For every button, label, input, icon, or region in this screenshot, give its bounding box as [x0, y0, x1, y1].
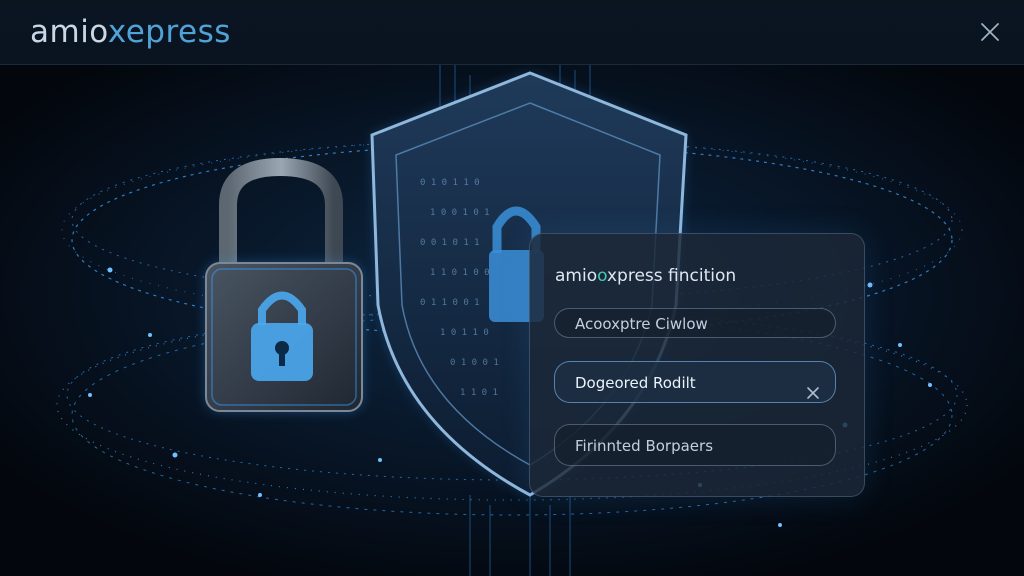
panel-title-part1: amio	[555, 266, 598, 286]
x-icon[interactable]	[805, 375, 821, 399]
close-icon[interactable]	[978, 20, 1002, 44]
svg-text:0 0 1 0 1 1: 0 0 1 0 1 1	[420, 238, 480, 248]
logo-text-primary: amio	[30, 14, 108, 50]
panel-title: amiooxpress fincition	[555, 266, 736, 286]
security-hero-scene: 0 1 0 1 1 0 1 0 0 1 0 1 0 0 1 0 1 1 1 1 0 …	[0, 65, 1024, 576]
option-field-3[interactable]: Firinnted Borpaers	[554, 424, 836, 466]
security-illustration: 0 1 0 1 1 0 1 0 0 1 0 1 0 0 1 0 1 1 1 1 0 …	[0, 65, 1024, 576]
svg-text:1 0 0 1 0 1: 1 0 0 1 0 1	[430, 208, 490, 218]
svg-text:1 1 0 1: 1 1 0 1	[460, 388, 498, 398]
panel-title-accent: o	[597, 266, 607, 286]
option-field-2-label: Dogeored Rodilt	[575, 374, 696, 392]
svg-text:1 0 1 1 0: 1 0 1 1 0	[440, 328, 489, 338]
feature-panel: amiooxpress fincition Acooxptre Ciwlow D…	[529, 233, 865, 497]
logo-text-accent: xepress	[107, 14, 231, 50]
brand-logo[interactable]: amioxepress	[30, 14, 231, 50]
option-field-1[interactable]: Acooxptre Ciwlow	[554, 308, 836, 338]
svg-text:1 1 0 1 0 0: 1 1 0 1 0 0	[430, 268, 490, 278]
option-field-2-selected[interactable]: Dogeored Rodilt	[554, 361, 836, 403]
svg-text:0 1 1 0 0 1: 0 1 1 0 0 1	[420, 298, 480, 308]
svg-text:0 1 0 1 1 0: 0 1 0 1 1 0	[420, 178, 480, 188]
svg-text:0 1 0 0 1: 0 1 0 0 1	[450, 358, 499, 368]
app-header: amioxepress	[0, 0, 1024, 65]
panel-title-part3: xpress fincition	[607, 266, 737, 286]
